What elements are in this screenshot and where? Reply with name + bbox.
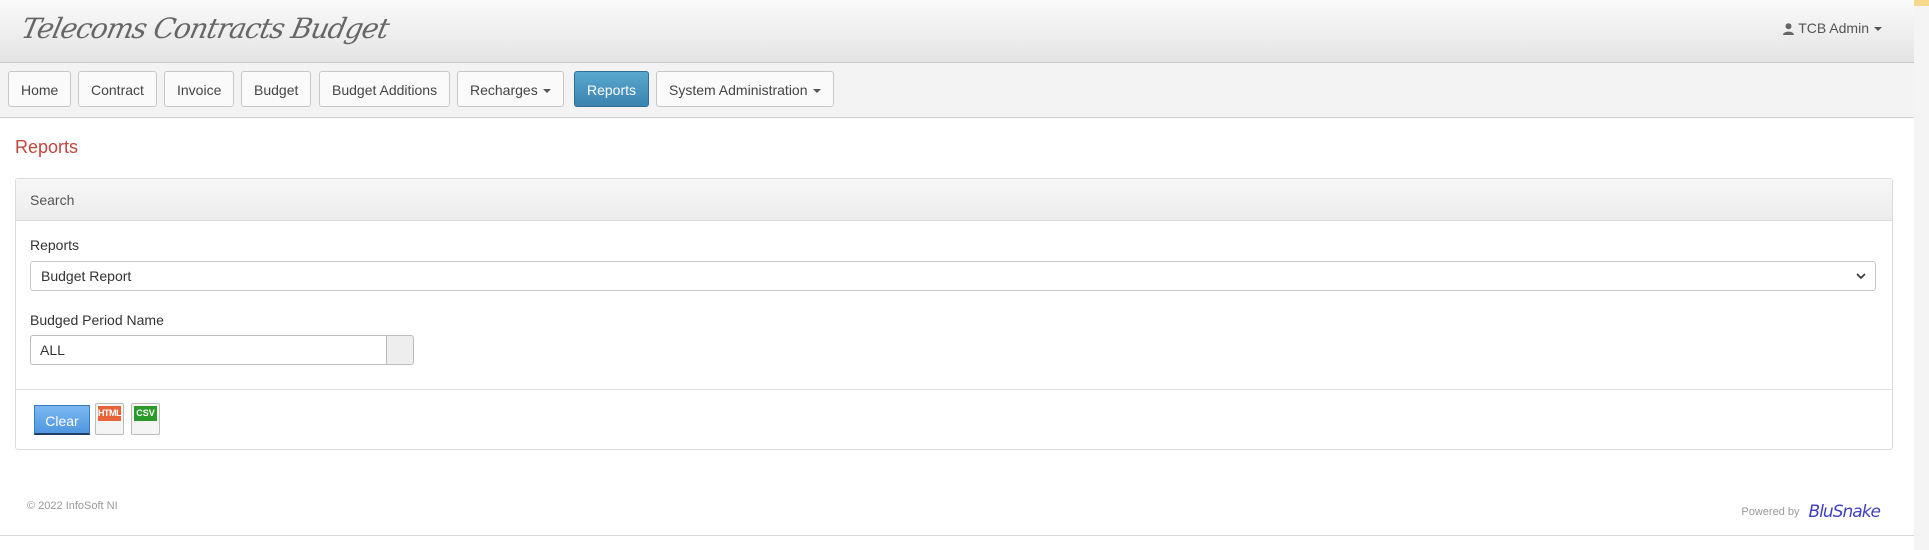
user-name: TCB Admin (1798, 20, 1869, 36)
powered-by: Powered by BluSnake (1741, 502, 1881, 522)
clear-button[interactable]: Clear (34, 405, 90, 435)
search-panel: Search Reports Budget Report Budged Peri… (15, 178, 1893, 450)
nav-home-label: Home (21, 82, 59, 98)
nav-contract[interactable]: Contract (78, 71, 157, 107)
powered-by-label: Powered by (1741, 506, 1800, 518)
period-name-input[interactable] (30, 335, 386, 365)
panel-divider (16, 389, 1892, 390)
nav-budget-label: Budget (254, 82, 299, 98)
corner-indicator (1914, 0, 1929, 6)
nav-reports[interactable]: Reports (574, 71, 650, 107)
reports-select-value: Budget Report (41, 268, 132, 284)
export-csv-button[interactable]: CSV (131, 403, 160, 435)
period-name-picker-button[interactable] (386, 335, 414, 365)
nav-recharges-label: Recharges (470, 82, 538, 98)
nav-invoice[interactable]: Invoice (164, 71, 235, 107)
user-icon (1783, 23, 1795, 35)
footer-divider (0, 535, 1914, 536)
page-title: Reports (15, 137, 79, 157)
reports-label: Reports (30, 237, 80, 253)
nav-home[interactable]: Home (8, 71, 72, 107)
copyright-text: © 2022 InfoSoft NI (27, 500, 118, 512)
search-panel-header: Search (16, 179, 1892, 221)
csv-file-icon: CSV (134, 406, 157, 421)
caret-down-icon (1874, 27, 1882, 31)
caret-down-icon (812, 89, 821, 93)
search-panel-title: Search (30, 192, 75, 208)
nav-budget-additions-label: Budget Additions (332, 82, 438, 98)
brand-logo[interactable]: Telecoms Contracts Budget (18, 12, 391, 45)
top-bar: Telecoms Contracts Budget TCB Admin (0, 0, 1914, 63)
html-file-icon: HTML (98, 406, 122, 421)
app-page: Telecoms Contracts Budget TCB Admin Home… (0, 0, 1914, 550)
nav-recharges-dropdown[interactable]: Recharges (457, 71, 564, 107)
nav-contract-label: Contract (91, 82, 144, 98)
nav-budget-additions[interactable]: Budget Additions (319, 71, 451, 107)
caret-down-icon (542, 89, 551, 93)
reports-select[interactable]: Budget Report (30, 261, 1876, 291)
user-menu[interactable]: TCB Admin (1783, 20, 1882, 36)
nav-system-administration-dropdown[interactable]: System Administration (656, 71, 834, 107)
period-name-label: Budged Period Name (30, 312, 164, 328)
main-nav: Home Contract Invoice Budget Budget Addi… (0, 63, 1914, 118)
nav-system-administration-label: System Administration (669, 82, 808, 98)
chevron-down-icon (1856, 273, 1866, 280)
vendor-logo[interactable]: BluSnake (1809, 502, 1881, 522)
nav-invoice-label: Invoice (177, 82, 222, 98)
nav-reports-label: Reports (587, 82, 637, 98)
export-html-button[interactable]: HTML (95, 403, 124, 435)
nav-budget[interactable]: Budget (241, 71, 312, 107)
scrollbar-track[interactable] (1914, 0, 1929, 550)
